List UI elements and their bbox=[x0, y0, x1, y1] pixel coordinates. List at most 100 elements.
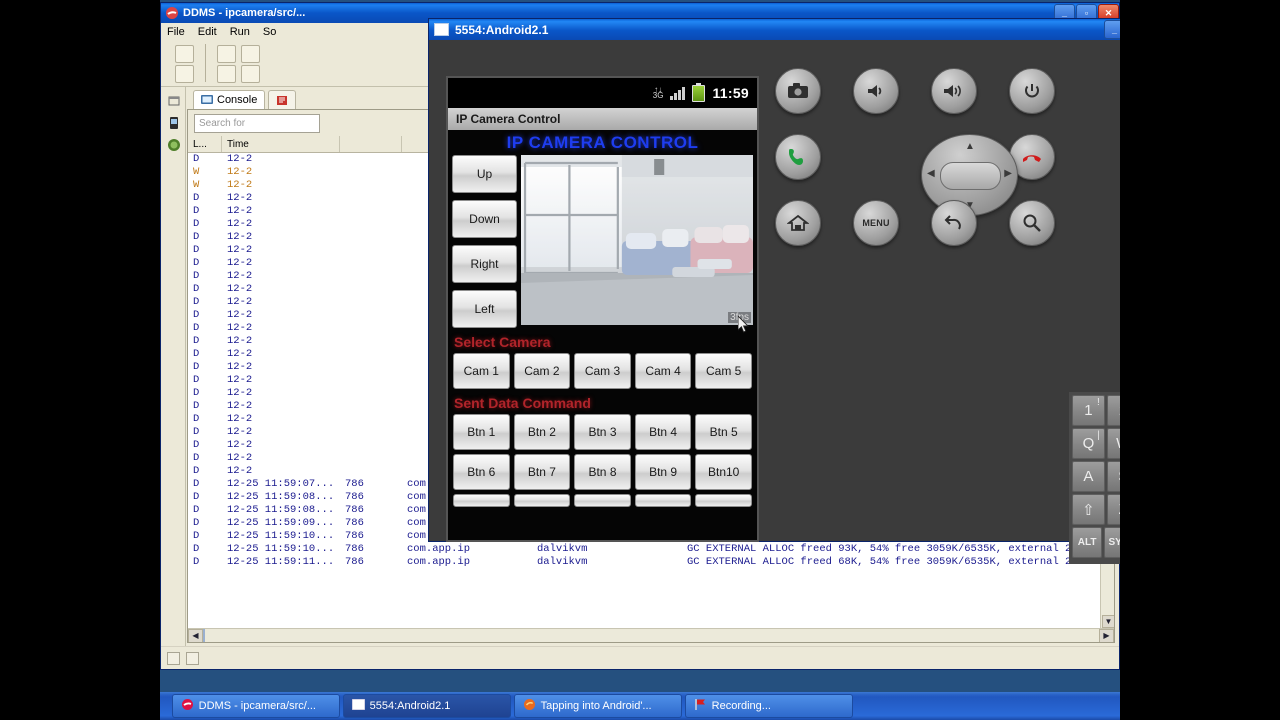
command-button-partial-2[interactable] bbox=[513, 494, 571, 507]
pan-button-down[interactable]: Down bbox=[452, 200, 517, 238]
menu-run[interactable]: Run bbox=[230, 26, 250, 38]
debug-icon[interactable] bbox=[241, 65, 260, 83]
save-all-icon[interactable] bbox=[241, 45, 260, 63]
log-row[interactable]: D 12-25 11:59:10... 786 com.app.ip dalvikvm G… bbox=[188, 543, 1114, 556]
key-w[interactable]: W~ bbox=[1106, 428, 1120, 459]
key-alt-glyph: ! bbox=[1097, 397, 1100, 408]
log-time: 12-25 11:59:08... bbox=[227, 504, 335, 516]
col-pid[interactable] bbox=[340, 136, 402, 152]
log-pid bbox=[340, 296, 402, 309]
key-s[interactable]: S\ bbox=[1106, 461, 1120, 492]
log-pid bbox=[340, 374, 402, 387]
pan-button-column: Up Down Right Left bbox=[452, 155, 517, 328]
col-time[interactable]: Time bbox=[222, 136, 340, 152]
command-button-3[interactable]: Btn 8 bbox=[574, 454, 631, 490]
command-button-2[interactable]: Btn 7 bbox=[513, 454, 571, 490]
tab-console[interactable]: Console bbox=[193, 90, 266, 109]
camera-button-4[interactable]: Cam 4 bbox=[634, 353, 692, 389]
key-z[interactable]: Z bbox=[1106, 494, 1120, 525]
log-row[interactable]: D 12-25 11:59:11... 786 com.app.ip dalvikvm G… bbox=[188, 556, 1114, 569]
command-button-5[interactable]: Btn 5 bbox=[695, 414, 752, 450]
command-button-partial-5[interactable] bbox=[695, 494, 752, 507]
home-button[interactable] bbox=[775, 200, 821, 246]
save-icon[interactable] bbox=[217, 45, 236, 63]
command-button-partial-4[interactable] bbox=[634, 494, 692, 507]
hscroll-thumb[interactable] bbox=[203, 628, 205, 642]
command-button-5[interactable]: Btn10 bbox=[695, 454, 752, 490]
devices-view-icon[interactable] bbox=[166, 115, 182, 131]
volume-down-button[interactable] bbox=[853, 68, 899, 114]
log-time: 12-2 bbox=[227, 465, 253, 477]
back-button[interactable] bbox=[931, 200, 977, 246]
dpad-up-icon[interactable]: ▲ bbox=[965, 141, 975, 152]
search-input[interactable]: Search for bbox=[194, 113, 320, 133]
dpad-center-button[interactable] bbox=[940, 162, 1001, 190]
volume-up-button[interactable] bbox=[931, 68, 977, 114]
scroll-right-button[interactable]: ▶ bbox=[1099, 628, 1114, 642]
print-icon[interactable] bbox=[175, 65, 194, 83]
build-icon[interactable] bbox=[217, 65, 236, 83]
log-time: 12-2 bbox=[227, 205, 253, 217]
command-button-1[interactable]: Btn 1 bbox=[453, 414, 510, 450]
call-button[interactable] bbox=[775, 134, 821, 180]
log-level: D bbox=[193, 296, 200, 308]
emulator-control-icon[interactable] bbox=[166, 137, 182, 153]
log-level: D bbox=[193, 192, 200, 204]
log-pid bbox=[340, 335, 402, 348]
menu-edit[interactable]: Edit bbox=[198, 26, 217, 38]
camera-button-5[interactable]: Cam 5 bbox=[695, 353, 752, 389]
taskbar-task[interactable]: 5554:Android2.1 bbox=[342, 694, 511, 718]
emulator-body: ↑↓ 3G 11:59 IP Camera Control IP CAMERA C… bbox=[429, 40, 1120, 564]
scroll-down-button[interactable]: ▼ bbox=[1102, 615, 1114, 628]
dpad-right-icon[interactable]: ▶ bbox=[1004, 168, 1012, 179]
taskbar-task[interactable]: DDMS - ipcamera/src/... bbox=[171, 694, 340, 718]
command-button-grid-row1: Btn 1 Btn 2 Btn 3 Btn 4 Btn 5 bbox=[448, 414, 757, 450]
log-horizontal-scrollbar[interactable]: ◀ ▶ bbox=[188, 628, 1114, 642]
key-a[interactable]: A bbox=[1072, 461, 1105, 492]
key-shift-icon[interactable]: ⇧ bbox=[1072, 494, 1105, 525]
emulator-minimize-button[interactable]: _ bbox=[1104, 20, 1120, 39]
pan-button-left[interactable]: Left bbox=[452, 290, 517, 328]
log-level: D bbox=[193, 270, 200, 282]
tab-logcat[interactable] bbox=[268, 90, 297, 109]
search-button[interactable] bbox=[1009, 200, 1055, 246]
camera-button-2[interactable]: Cam 2 bbox=[513, 353, 571, 389]
pan-button-right[interactable]: Right bbox=[452, 245, 517, 283]
key-q[interactable]: Q | bbox=[1072, 428, 1105, 459]
taskbar-task[interactable]: Recording... bbox=[684, 694, 853, 718]
dpad-control[interactable]: ▲ ▼ ◀ ▶ bbox=[921, 134, 1018, 216]
menu-source[interactable]: So bbox=[263, 26, 276, 38]
log-time: 12-2 bbox=[227, 413, 253, 425]
power-button[interactable] bbox=[1009, 68, 1055, 114]
camera-button-1[interactable]: Cam 1 bbox=[453, 353, 510, 389]
key-sym[interactable]: SYM bbox=[1104, 527, 1120, 558]
taskbar-task[interactable]: Tapping into Android'... bbox=[513, 694, 682, 718]
menu-file[interactable]: File bbox=[167, 26, 185, 38]
command-button-partial-1[interactable] bbox=[453, 494, 510, 507]
menu-button[interactable]: MENU bbox=[853, 200, 899, 246]
command-button-4[interactable]: Btn 9 bbox=[634, 454, 692, 490]
key-alt[interactable]: ALT bbox=[1072, 527, 1103, 558]
command-button-4[interactable]: Btn 4 bbox=[634, 414, 692, 450]
log-level: D bbox=[193, 335, 200, 347]
log-level: D bbox=[193, 491, 200, 503]
dpad-left-icon[interactable]: ◀ bbox=[927, 168, 935, 179]
camera-button[interactable] bbox=[775, 68, 821, 114]
key-2[interactable]: 2@ bbox=[1106, 395, 1120, 426]
pan-button-up[interactable]: Up bbox=[452, 155, 517, 193]
status-lock-icon bbox=[167, 651, 180, 665]
log-level: D bbox=[193, 478, 200, 490]
col-level[interactable]: L... bbox=[188, 136, 222, 152]
scroll-left-button[interactable]: ◀ bbox=[188, 628, 203, 642]
camera-button-3[interactable]: Cam 3 bbox=[574, 353, 631, 389]
command-button-3[interactable]: Btn 3 bbox=[574, 414, 631, 450]
log-time: 12-2 bbox=[227, 283, 253, 295]
emulator-titlebar[interactable]: 5554:Android2.1 _ ▫ ✕ bbox=[429, 19, 1120, 40]
restore-view-icon[interactable] bbox=[166, 93, 182, 109]
key-1[interactable]: 1! bbox=[1072, 395, 1105, 426]
new-wizard-icon[interactable] bbox=[175, 45, 194, 63]
command-button-partial-3[interactable] bbox=[574, 494, 631, 507]
hscroll-trough[interactable] bbox=[203, 628, 1099, 642]
command-button-1[interactable]: Btn 6 bbox=[453, 454, 510, 490]
command-button-2[interactable]: Btn 2 bbox=[513, 414, 571, 450]
